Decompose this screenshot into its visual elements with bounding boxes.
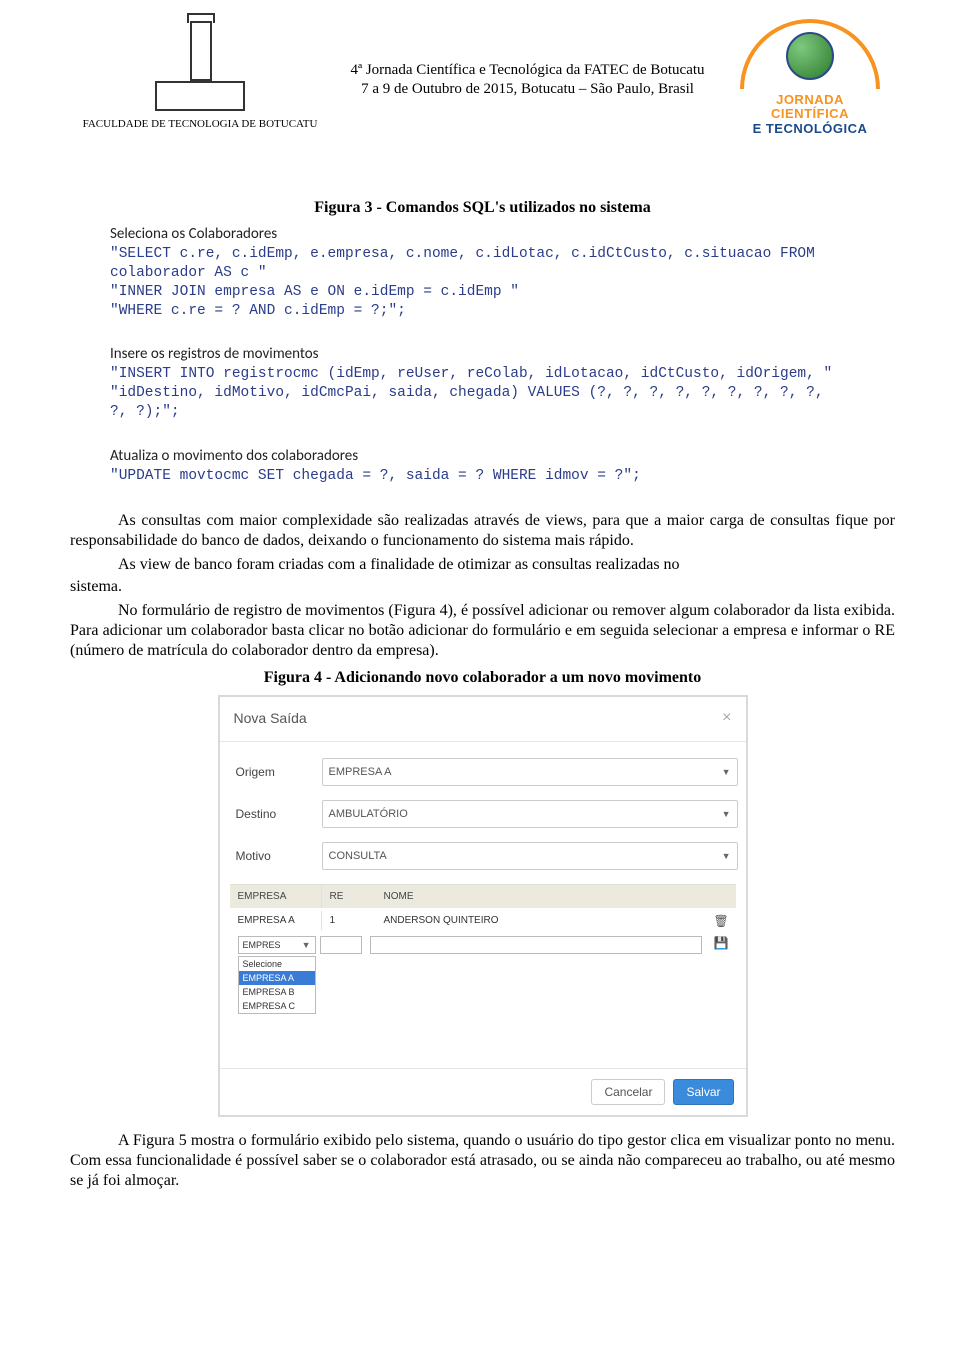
paragraph-2-lead: As view de banco foram criadas com a fin… bbox=[70, 555, 895, 575]
chevron-down-icon: ▼ bbox=[722, 809, 731, 819]
jornacitec-logo bbox=[740, 19, 880, 89]
dropdown-option[interactable]: EMPRESA C bbox=[239, 999, 315, 1013]
select-origem[interactable]: EMPRESA A ▼ bbox=[322, 758, 738, 786]
label-origem: Origem bbox=[236, 765, 322, 779]
globe-icon bbox=[786, 32, 834, 80]
chevron-down-icon: ▼ bbox=[302, 940, 311, 950]
paragraph-1: As consultas com maior complexidade são … bbox=[70, 511, 895, 551]
cell-nome: ANDERSON QUINTEIRO bbox=[376, 911, 706, 930]
paragraph-3: No formulário de registro de movimentos … bbox=[70, 601, 895, 661]
jornacitec-line2: CIENTÍFICA bbox=[771, 106, 849, 121]
col-empresa: EMPRESA bbox=[230, 885, 322, 908]
sql-block-3-code: "UPDATE movtocmc SET chegada = ?, saida … bbox=[110, 467, 845, 486]
grid: EMPRESA RE NOME EMPRESA A 1 ANDERSON QUI… bbox=[230, 884, 736, 1014]
dropdown-option[interactable]: Selecione bbox=[239, 957, 315, 971]
dropdown-option-selected[interactable]: EMPRESA A bbox=[239, 971, 315, 985]
paragraph-4: A Figura 5 mostra o formulário exibido p… bbox=[70, 1131, 895, 1191]
sql-block-1: Seleciona os Colaboradores "SELECT c.re,… bbox=[110, 225, 845, 320]
select-destino-value: AMBULATÓRIO bbox=[329, 808, 408, 820]
figure3-caption: Figura 3 - Comandos SQL's utilizados no … bbox=[70, 199, 895, 217]
select-origem-value: EMPRESA A bbox=[329, 766, 392, 778]
sql-block-2-code: "INSERT INTO registrocmc (idEmp, reUser,… bbox=[110, 365, 845, 422]
sql-block-2: Insere os registros de movimentos "INSER… bbox=[110, 345, 845, 422]
col-re: RE bbox=[322, 885, 376, 908]
dropdown-empresa-open[interactable]: Selecione EMPRESA A EMPRESA B EMPRESA C bbox=[238, 956, 316, 1014]
table-row: EMPRESA A 1 ANDERSON QUINTEIRO bbox=[230, 908, 736, 934]
header-center: 4ª Jornada Científica e Tecnológica da F… bbox=[340, 61, 715, 99]
jornacitec-line3: E TECNOLÓGICA bbox=[753, 121, 868, 136]
modal-titlebar: Nova Saída × bbox=[220, 697, 746, 742]
sql-block-1-code: "SELECT c.re, c.idEmp, e.empresa, c.nome… bbox=[110, 245, 845, 320]
edit-select-empresa[interactable]: EMPRES ▼ bbox=[238, 936, 316, 954]
form-row-motivo: Motivo CONSULTA ▼ bbox=[236, 842, 738, 870]
save-row-icon[interactable] bbox=[714, 939, 729, 950]
edit-input-nome[interactable] bbox=[370, 936, 702, 954]
modal-nova-saida: Nova Saída × Origem EMPRESA A ▼ Destino … bbox=[218, 695, 748, 1117]
table-row-edit: EMPRES ▼ bbox=[230, 934, 736, 956]
select-motivo-value: CONSULTA bbox=[329, 850, 387, 862]
form-row-destino: Destino AMBULATÓRIO ▼ bbox=[236, 800, 738, 828]
modal-title: Nova Saída bbox=[234, 710, 307, 726]
chevron-down-icon: ▼ bbox=[722, 767, 731, 777]
label-destino: Destino bbox=[236, 807, 322, 821]
edit-input-re[interactable] bbox=[320, 936, 362, 954]
header-left: FACULDADE DE TECNOLOGIA DE BOTUCATU bbox=[70, 19, 330, 130]
figure4-caption: Figura 4 - Adicionando novo colaborador … bbox=[70, 669, 895, 687]
modal-body: Origem EMPRESA A ▼ Destino AMBULATÓRIO ▼… bbox=[220, 742, 746, 1018]
dropdown-option[interactable]: EMPRESA B bbox=[239, 985, 315, 999]
fatec-logo-caption: FACULDADE DE TECNOLOGIA DE BOTUCATU bbox=[70, 118, 330, 130]
trash-icon[interactable] bbox=[714, 917, 729, 928]
select-motivo[interactable]: CONSULTA ▼ bbox=[322, 842, 738, 870]
header-title-line2: 7 a 9 de Outubro de 2015, Botucatu – São… bbox=[340, 80, 715, 99]
sql-block-3-title: Atualiza o movimento dos colaboradores bbox=[110, 447, 845, 465]
cancel-button[interactable]: Cancelar bbox=[591, 1079, 665, 1105]
sql-block-2-title: Insere os registros de movimentos bbox=[110, 345, 845, 363]
sql-block-1-title: Seleciona os Colaboradores bbox=[110, 225, 845, 243]
page-header: FACULDADE DE TECNOLOGIA DE BOTUCATU 4ª J… bbox=[70, 19, 895, 169]
sql-block-3: Atualiza o movimento dos colaboradores "… bbox=[110, 447, 845, 486]
header-title-line1: 4ª Jornada Científica e Tecnológica da F… bbox=[340, 61, 715, 80]
cell-re: 1 bbox=[322, 911, 376, 930]
fatec-logo bbox=[145, 19, 255, 114]
paragraph-2-tail: sistema. bbox=[70, 577, 895, 597]
form-row-origem: Origem EMPRESA A ▼ bbox=[236, 758, 738, 786]
select-destino[interactable]: AMBULATÓRIO ▼ bbox=[322, 800, 738, 828]
grid-header: EMPRESA RE NOME bbox=[230, 885, 736, 908]
jornacitec-line1: JORNADA bbox=[776, 92, 844, 107]
edit-select-empresa-value: EMPRES bbox=[243, 940, 281, 950]
chevron-down-icon: ▼ bbox=[722, 851, 731, 861]
label-motivo: Motivo bbox=[236, 849, 322, 863]
cell-empresa: EMPRESA A bbox=[230, 911, 322, 930]
col-actions bbox=[706, 885, 736, 908]
save-button[interactable]: Salvar bbox=[673, 1079, 733, 1105]
col-nome: NOME bbox=[376, 885, 706, 908]
modal-footer: Cancelar Salvar bbox=[220, 1068, 746, 1115]
close-icon[interactable]: × bbox=[722, 709, 731, 727]
header-right: JORNADA CIENTÍFICA E TECNOLÓGICA bbox=[725, 19, 895, 136]
